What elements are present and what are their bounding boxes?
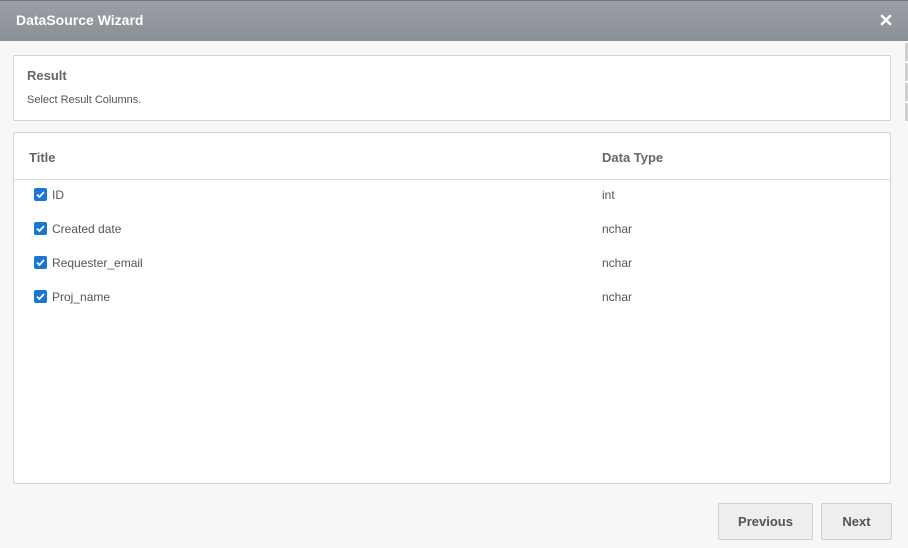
table-row: Created date nchar [14, 213, 890, 247]
row-data-type: int [602, 188, 615, 202]
datasource-wizard-dialog: DataSource Wizard Result Select Result C… [0, 0, 908, 548]
step-heading: Result [27, 68, 67, 83]
step-description: Select Result Columns. [27, 94, 142, 106]
row-data-type: nchar [602, 290, 633, 304]
row-title: Requester_email [52, 256, 143, 270]
column-header-title: Title [29, 150, 56, 165]
table-header: Title Data Type [14, 133, 890, 180]
row-checkbox[interactable] [34, 188, 47, 201]
previous-button[interactable]: Previous [718, 503, 813, 540]
dialog-titlebar: DataSource Wizard [0, 0, 908, 41]
close-icon[interactable] [878, 12, 894, 28]
table-row: ID int [14, 179, 890, 213]
row-data-type: nchar [602, 256, 633, 270]
table-row: Requester_email nchar [14, 247, 890, 281]
row-checkbox[interactable] [34, 290, 47, 303]
row-checkbox[interactable] [34, 256, 47, 269]
row-title: ID [52, 188, 64, 202]
table-row: Proj_name nchar [14, 281, 890, 315]
dialog-title: DataSource Wizard [16, 12, 144, 28]
row-data-type: nchar [602, 222, 633, 236]
next-button[interactable]: Next [821, 503, 892, 540]
row-title: Proj_name [52, 290, 111, 304]
step-header-panel: Result Select Result Columns. [13, 55, 891, 121]
row-checkbox[interactable] [34, 222, 47, 235]
column-header-data-type: Data Type [602, 150, 664, 165]
row-title: Created date [52, 222, 122, 236]
result-columns-table: Title Data Type ID int Created date ncha… [13, 132, 891, 484]
